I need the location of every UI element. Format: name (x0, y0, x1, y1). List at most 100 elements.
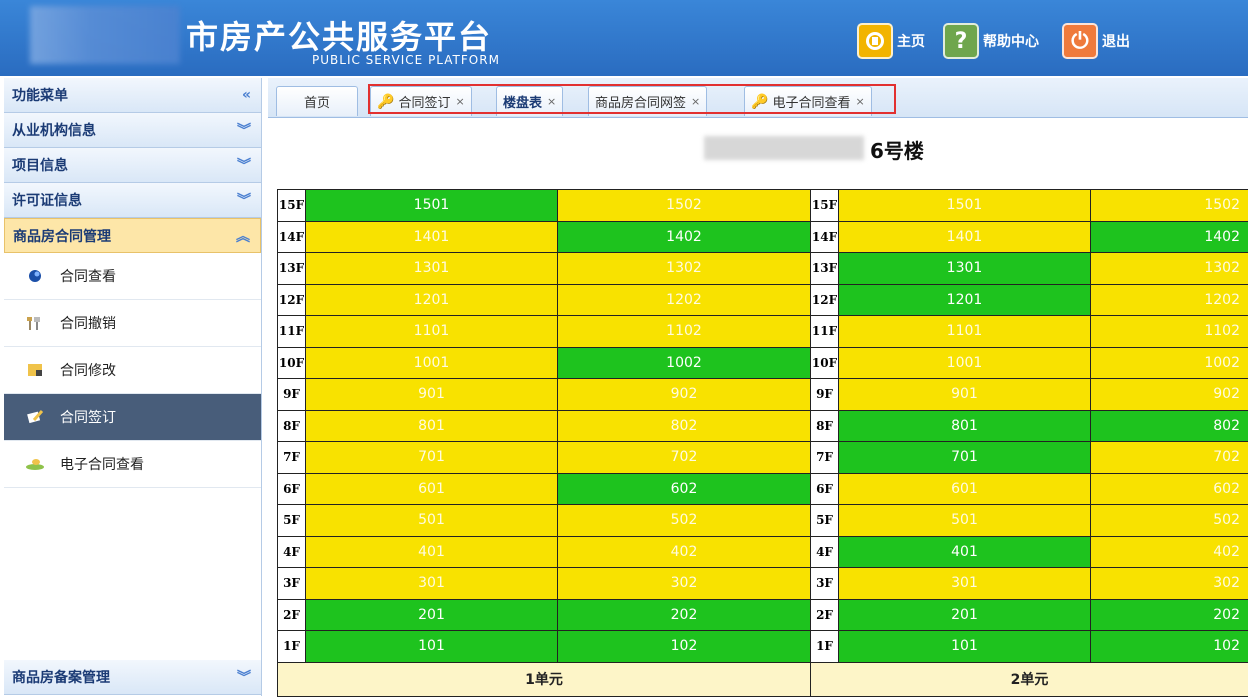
room-cell[interactable]: 1202 (557, 283, 811, 316)
room-cell[interactable]: 802 (1090, 409, 1248, 442)
item-label: 电子合同查看 (60, 457, 144, 473)
floor-label: 2F (810, 598, 839, 631)
room-cell[interactable]: 902 (557, 378, 811, 411)
room-cell[interactable]: 1201 (305, 283, 558, 316)
room-cell[interactable]: 1101 (305, 315, 558, 348)
room-cell[interactable]: 701 (305, 441, 558, 474)
room-cell[interactable]: 401 (305, 535, 558, 568)
room-cell[interactable]: 601 (305, 472, 558, 505)
floor-plan-table: 15F 1501 1502 15F 1501 1502 14F 1401 1402 14F 1401… (277, 189, 1248, 697)
floor-label: 7F (810, 441, 839, 474)
room-cell[interactable]: 1402 (557, 220, 811, 253)
room-cell[interactable]: 1202 (1090, 283, 1248, 316)
sidebar-section-filing[interactable]: 商品房备案管理 ︾ (4, 660, 261, 695)
floor-label: 10F (810, 346, 839, 379)
table-row: 10F 1001 1002 10F 1001 1002 (277, 346, 1248, 379)
room-cell[interactable]: 601 (838, 472, 1091, 505)
room-cell[interactable]: 1401 (305, 220, 558, 253)
room-cell[interactable]: 602 (557, 472, 811, 505)
room-cell[interactable]: 602 (1090, 472, 1248, 505)
floor-label: 6F (810, 472, 839, 505)
room-cell[interactable]: 201 (305, 598, 558, 631)
room-cell[interactable]: 302 (1090, 567, 1248, 600)
sidebar-item-econtract[interactable]: 电子合同查看 (4, 441, 261, 488)
floor-label: 3F (810, 567, 839, 600)
room-cell[interactable]: 401 (838, 535, 1091, 568)
room-cell[interactable]: 901 (838, 378, 1091, 411)
room-cell[interactable]: 502 (1090, 504, 1248, 537)
sidebar-item-edit[interactable]: 合同修改 (4, 347, 261, 394)
room-cell[interactable]: 1001 (838, 346, 1091, 379)
sidebar-item-revoke[interactable]: 合同撤销 (4, 300, 261, 347)
sidebar-section-agency[interactable]: 从业机构信息 ︾ (4, 113, 261, 148)
room-cell[interactable]: 801 (838, 409, 1091, 442)
room-cell[interactable]: 902 (1090, 378, 1248, 411)
app-header: 市房产公共服务平台 PUBLIC SERVICE PLATFORM 主页 ? 帮… (0, 0, 1248, 76)
room-cell[interactable]: 901 (305, 378, 558, 411)
room-cell[interactable]: 101 (838, 630, 1091, 663)
room-cell[interactable]: 102 (1090, 630, 1248, 663)
room-cell[interactable]: 1001 (305, 346, 558, 379)
room-cell[interactable]: 1201 (838, 283, 1091, 316)
room-cell[interactable]: 801 (305, 409, 558, 442)
tab-home[interactable]: 首页 (276, 86, 358, 116)
sidebar-section-license[interactable]: 许可证信息 ︾ (4, 183, 261, 218)
floor-label: 13F (277, 252, 306, 285)
room-cell[interactable]: 402 (557, 535, 811, 568)
item-label: 合同撤销 (60, 316, 116, 332)
room-cell[interactable]: 702 (557, 441, 811, 474)
collapse-icon[interactable]: « (242, 87, 251, 103)
room-cell[interactable]: 302 (557, 567, 811, 600)
room-cell[interactable]: 702 (1090, 441, 1248, 474)
room-cell[interactable]: 1302 (1090, 252, 1248, 285)
table-row: 9F 901 902 9F 901 902 (277, 378, 1248, 411)
floor-label: 12F (810, 283, 839, 316)
edit-icon (24, 359, 46, 381)
room-cell[interactable]: 101 (305, 630, 558, 663)
room-cell[interactable]: 102 (557, 630, 811, 663)
logout-button[interactable]: ⏻ 退出 (1062, 22, 1130, 60)
floor-label: 8F (277, 409, 306, 442)
room-cell[interactable]: 1501 (838, 189, 1091, 222)
unit-row: 1单元 2单元 (277, 661, 1248, 697)
tab-label: 首页 (303, 96, 330, 111)
room-cell[interactable]: 1502 (1090, 189, 1248, 222)
room-cell[interactable]: 1401 (838, 220, 1091, 253)
table-row: 1F 101 102 1F 101 102 (277, 630, 1248, 663)
room-cell[interactable]: 1502 (557, 189, 811, 222)
room-cell[interactable]: 301 (838, 567, 1091, 600)
menu-title[interactable]: 功能菜单 « (4, 78, 261, 113)
room-cell[interactable]: 1102 (557, 315, 811, 348)
room-cell[interactable]: 802 (557, 409, 811, 442)
room-cell[interactable]: 202 (1090, 598, 1248, 631)
room-cell[interactable]: 1002 (557, 346, 811, 379)
room-cell[interactable]: 1302 (557, 252, 811, 285)
home-button[interactable]: 主页 (857, 22, 925, 60)
room-cell[interactable]: 1402 (1090, 220, 1248, 253)
help-center-button[interactable]: ? 帮助中心 (943, 22, 1039, 60)
room-cell[interactable]: 1002 (1090, 346, 1248, 379)
sidebar-section-contract[interactable]: 商品房合同管理 ︽ (4, 218, 261, 253)
room-cell[interactable]: 201 (838, 598, 1091, 631)
room-cell[interactable]: 501 (838, 504, 1091, 537)
blurred-project-name (704, 136, 864, 160)
room-cell[interactable]: 501 (305, 504, 558, 537)
room-cell[interactable]: 1102 (1090, 315, 1248, 348)
room-cell[interactable]: 1501 (305, 189, 558, 222)
room-cell[interactable]: 1301 (838, 252, 1091, 285)
room-cell[interactable]: 1101 (838, 315, 1091, 348)
sidebar-section-project[interactable]: 项目信息 ︾ (4, 148, 261, 183)
floor-label: 10F (277, 346, 306, 379)
highlight-box (368, 84, 896, 114)
room-cell[interactable]: 701 (838, 441, 1091, 474)
room-cell[interactable]: 301 (305, 567, 558, 600)
sidebar-item-sign[interactable]: 合同签订 (4, 394, 261, 441)
floor-label: 2F (277, 598, 306, 631)
floor-label: 11F (277, 315, 306, 348)
room-cell[interactable]: 402 (1090, 535, 1248, 568)
room-cell[interactable]: 502 (557, 504, 811, 537)
room-cell[interactable]: 202 (557, 598, 811, 631)
sidebar-item-view[interactable]: 合同查看 (4, 253, 261, 300)
app-title: 市房产公共服务平台 (186, 18, 493, 56)
room-cell[interactable]: 1301 (305, 252, 558, 285)
